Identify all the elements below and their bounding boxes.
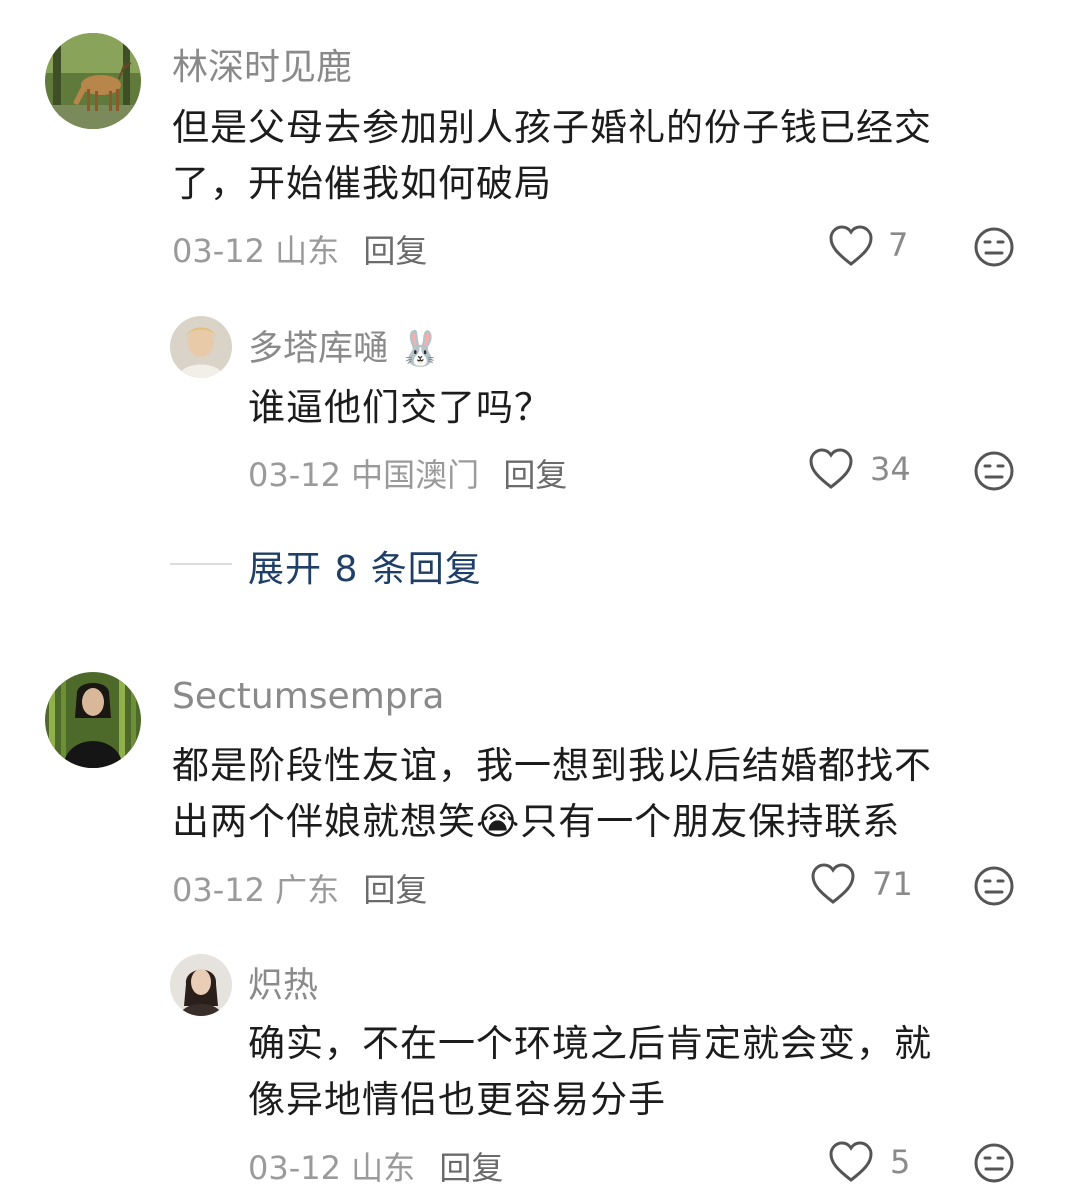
avatar[interactable] bbox=[45, 33, 141, 129]
reply-meta: 03-12 山东 回复 bbox=[248, 1143, 503, 1189]
reply-meta: 03-12 中国澳门 回复 bbox=[248, 450, 567, 496]
neutral-face-icon bbox=[974, 227, 1014, 267]
heart-outline-icon bbox=[829, 225, 873, 266]
heart-outline-icon bbox=[829, 1141, 873, 1182]
neutral-face-icon bbox=[974, 1143, 1014, 1183]
like-count: 71 bbox=[872, 865, 913, 903]
deer-avatar-icon bbox=[45, 33, 141, 129]
reply-text: 确实，不在一个环境之后肯定就会变，就 像异地情侣也更容易分手 bbox=[248, 1016, 1038, 1128]
like-button[interactable] bbox=[808, 447, 856, 493]
like-button[interactable] bbox=[828, 224, 876, 270]
comment-text: 但是父母去参加别人孩子婚礼的份子钱已经交 了，开始催我如何破局 bbox=[172, 100, 1032, 212]
comment-meta: 03-12 广东 回复 bbox=[172, 865, 427, 911]
like-count: 34 bbox=[870, 450, 911, 488]
reply-date: 03-12 bbox=[248, 456, 341, 494]
comment-meta: 03-12 山东 回复 bbox=[172, 226, 427, 272]
reply-username[interactable]: 多塔库嗵 🐰 bbox=[248, 320, 442, 371]
more-button[interactable] bbox=[973, 450, 1015, 492]
more-button[interactable] bbox=[973, 1142, 1015, 1184]
reply-date: 03-12 bbox=[248, 1149, 341, 1187]
expand-divider bbox=[170, 563, 232, 565]
comment-date: 03-12 bbox=[172, 232, 265, 270]
heart-outline-icon bbox=[811, 863, 855, 904]
more-button[interactable] bbox=[973, 226, 1015, 268]
comment-text-line: 但是父母去参加别人孩子婚礼的份子钱已经交 bbox=[172, 106, 932, 149]
avatar[interactable] bbox=[45, 672, 141, 768]
woman-avatar-icon bbox=[170, 954, 232, 1016]
avatar[interactable] bbox=[170, 316, 232, 378]
reply-button[interactable]: 回复 bbox=[363, 871, 427, 909]
avatar[interactable] bbox=[170, 954, 232, 1016]
person-avatar-icon bbox=[170, 316, 232, 378]
comment-username[interactable]: Sectumsempra bbox=[172, 676, 444, 717]
reply-button[interactable]: 回复 bbox=[363, 232, 427, 270]
like-button[interactable] bbox=[810, 862, 858, 908]
rabbit-emoji-icon: 🐰 bbox=[399, 329, 442, 369]
reply-button[interactable]: 回复 bbox=[503, 456, 567, 494]
comment-text: 都是阶段性友谊，我一想到我以后结婚都找不 出两个伴娘就想笑😭只有一个朋友保持联系 bbox=[172, 738, 1032, 850]
reply-location: 山东 bbox=[351, 1149, 416, 1187]
comment-text-line: 了，开始催我如何破局 bbox=[172, 162, 552, 205]
reply-text-line: 像异地情侣也更容易分手 bbox=[248, 1078, 666, 1121]
comment-text-line: 出两个伴娘就想笑😭只有一个朋友保持联系 bbox=[172, 800, 901, 843]
reply-username[interactable]: 炽热 bbox=[248, 957, 318, 1008]
comment-location: 山东 bbox=[275, 232, 340, 270]
like-count: 7 bbox=[888, 226, 909, 264]
comment-text-line: 都是阶段性友谊，我一想到我以后结婚都找不 bbox=[172, 744, 932, 787]
reply-text-line: 确实，不在一个环境之后肯定就会变，就 bbox=[248, 1022, 932, 1065]
crying-emoji-icon: 😭 bbox=[476, 800, 521, 843]
reply-button[interactable]: 回复 bbox=[439, 1149, 503, 1187]
reply-location: 中国澳门 bbox=[351, 456, 480, 494]
like-count: 5 bbox=[890, 1143, 911, 1181]
comment-username[interactable]: 林深时见鹿 bbox=[172, 38, 352, 90]
expand-replies-button[interactable]: 展开 8 条回复 bbox=[248, 540, 482, 592]
heart-outline-icon bbox=[809, 448, 853, 489]
like-button[interactable] bbox=[828, 1140, 876, 1186]
more-button[interactable] bbox=[973, 865, 1015, 907]
neutral-face-icon bbox=[974, 866, 1014, 906]
comment-location: 广东 bbox=[275, 871, 340, 909]
snape-avatar-icon bbox=[45, 672, 141, 768]
comment-date: 03-12 bbox=[172, 871, 265, 909]
reply-text: 谁逼他们交了吗？ bbox=[248, 386, 552, 429]
neutral-face-icon bbox=[974, 451, 1014, 491]
